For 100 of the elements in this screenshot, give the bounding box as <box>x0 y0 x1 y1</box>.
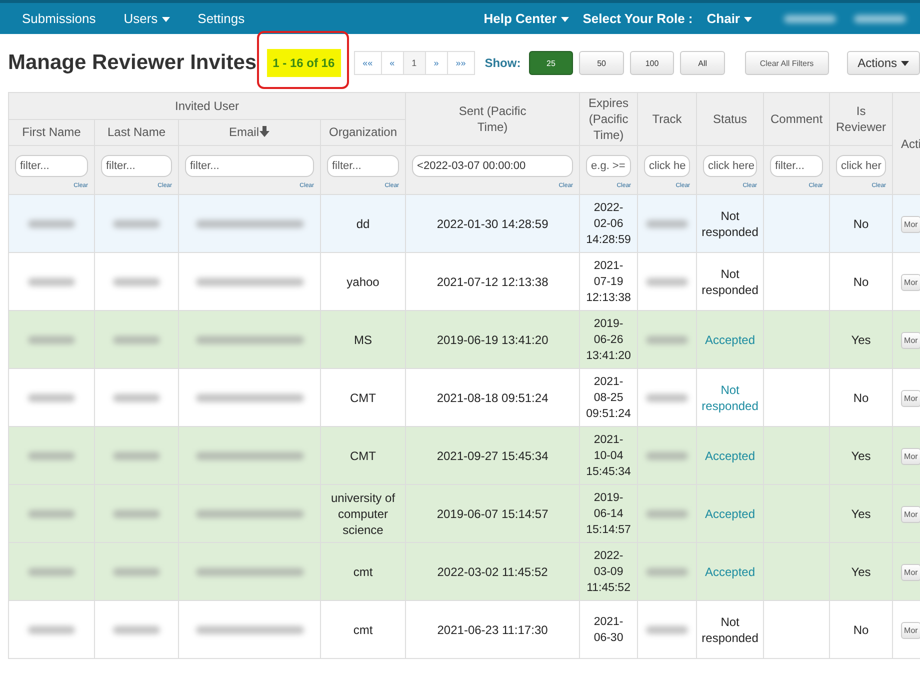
organization-cell: university of computer science <box>331 490 396 536</box>
more-button[interactable]: Mor <box>901 564 920 580</box>
clear-filters-button[interactable]: Clear All Filters <box>744 51 829 75</box>
blurred-first-name <box>28 626 76 634</box>
blurred-track <box>646 220 688 228</box>
page-size-button[interactable]: 100 <box>630 51 674 75</box>
sort-down-arrow-icon <box>259 126 270 138</box>
page-size-button[interactable]: 50 <box>579 51 624 75</box>
caret-icon <box>744 17 752 22</box>
expires-date-cell: 2021-10-04 15:45:34 <box>586 434 631 478</box>
column-header[interactable]: Last Name <box>94 119 178 146</box>
blurred-user-menu <box>854 14 906 22</box>
filter-field[interactable]: <2022-03-07 00:00:00 <box>412 154 574 176</box>
more-button[interactable]: Mor <box>901 390 920 406</box>
filter-field[interactable]: click her <box>836 154 886 176</box>
more-button[interactable]: Mor <box>901 216 920 232</box>
is-reviewer-cell: No <box>853 216 869 230</box>
filter-field[interactable]: click here <box>703 154 758 176</box>
blurred-track <box>646 510 688 518</box>
sent-date-cell: 2021-09-27 15:45:34 <box>436 448 548 462</box>
blurred-user-name <box>784 14 836 22</box>
organization-cell: MS <box>354 332 372 346</box>
blurred-last-name <box>113 220 160 228</box>
is-reviewer-cell: No <box>853 622 869 636</box>
blurred-last-name <box>113 452 160 460</box>
blurred-last-name <box>113 394 160 402</box>
nav-menu-item[interactable]: Help Center <box>484 11 569 26</box>
blurred-last-name <box>113 568 160 576</box>
blurred-last-name <box>113 510 160 518</box>
nav-menu-item[interactable]: Select Your Role : <box>582 11 693 26</box>
blurred-track <box>646 452 688 460</box>
expires-date-cell: 2021-08-25 09:51:24 <box>586 376 631 420</box>
filter-field[interactable]: filter... <box>327 154 400 176</box>
pagination-button[interactable]: 1 <box>402 51 426 75</box>
blurred-track <box>646 278 688 286</box>
status-text: Not responded <box>700 266 760 298</box>
caret-icon <box>901 61 909 66</box>
filter-field[interactable]: click he <box>644 154 690 176</box>
caret-icon <box>162 17 170 22</box>
expires-date-cell: 2022-02-06 14:28:59 <box>586 202 631 246</box>
expires-date-cell: 2021-06-30 <box>594 616 624 644</box>
filter-field[interactable]: filter... <box>15 154 88 176</box>
column-header[interactable]: Expires (Pacific Time) <box>580 92 638 146</box>
filter-field[interactable]: e.g. >= <box>586 154 632 176</box>
column-header[interactable]: Sent (Pacific Time) <box>406 92 580 146</box>
filter-field[interactable]: filter... <box>185 154 314 176</box>
blurred-first-name <box>28 394 76 402</box>
column-header[interactable]: Track <box>638 92 697 146</box>
expires-date-cell: 2019-06-14 15:14:57 <box>586 492 631 536</box>
blurred-first-name <box>28 568 76 576</box>
nav-menu-item[interactable]: Chair <box>706 11 752 26</box>
column-header[interactable]: Status <box>696 92 764 146</box>
expires-date-cell: 2022-03-09 11:45:52 <box>586 550 630 594</box>
organization-cell: CMT <box>350 390 376 404</box>
blurred-track <box>646 336 688 344</box>
blurred-first-name <box>28 278 76 286</box>
filter-field[interactable]: filter... <box>770 154 824 176</box>
page-size-button[interactable]: 25 <box>528 51 574 75</box>
expires-date-cell: 2021-07-19 12:13:38 <box>586 260 631 304</box>
more-button[interactable]: Mor <box>901 622 920 638</box>
filter-field[interactable]: filter... <box>101 154 172 176</box>
actions-button[interactable]: Actions <box>846 51 920 75</box>
sent-date-cell: 2019-06-19 13:41:20 <box>436 332 548 346</box>
show-label: Show: <box>484 56 521 70</box>
blurred-last-name <box>113 278 160 286</box>
status-text: Not responded <box>700 614 760 646</box>
is-reviewer-cell: No <box>853 274 869 288</box>
page-size-button[interactable]: All <box>680 51 725 75</box>
more-button[interactable]: Mor <box>901 274 920 290</box>
expires-date-cell: 2019-06-26 13:41:20 <box>586 318 631 362</box>
is-reviewer-cell: Yes <box>851 332 871 346</box>
nav-menu-item[interactable]: Users <box>124 11 170 26</box>
column-header[interactable]: Comment <box>764 92 830 146</box>
column-header[interactable]: First Name <box>8 119 94 146</box>
caret-icon <box>560 17 569 22</box>
column-header[interactable]: Is Reviewer <box>830 92 893 146</box>
status-text: Not responded <box>700 208 760 240</box>
sent-date-cell: 2021-08-18 09:51:24 <box>436 390 548 404</box>
pagination-button[interactable]: »» <box>446 51 475 75</box>
pagination-button[interactable]: » <box>424 51 448 75</box>
blurred-track <box>646 568 688 576</box>
blurred-last-name <box>113 336 160 344</box>
column-header[interactable]: Email <box>178 119 320 146</box>
blurred-first-name <box>28 220 76 228</box>
blurred-first-name <box>28 336 76 344</box>
pagination-button[interactable]: «« <box>354 51 382 75</box>
blurred-first-name <box>28 510 76 518</box>
sent-date-cell: 2019-06-07 15:14:57 <box>436 506 548 520</box>
pagination-button[interactable]: « <box>380 51 404 75</box>
is-reviewer-cell: No <box>853 390 869 404</box>
result-count: 1 - 16 of 16 <box>266 49 341 77</box>
nav-menu-item[interactable]: Submissions <box>22 11 96 26</box>
column-header[interactable]: Organization <box>320 119 406 146</box>
more-button[interactable]: Mor <box>901 506 920 522</box>
sent-date-cell: 2021-06-23 11:17:30 <box>437 622 548 636</box>
organization-cell: yahoo <box>346 274 380 288</box>
more-button[interactable]: Mor <box>901 448 920 464</box>
sent-date-cell: 2021-07-12 12:13:38 <box>436 274 548 288</box>
more-button[interactable]: Mor <box>901 332 920 348</box>
nav-menu-item[interactable]: Settings <box>198 11 245 26</box>
